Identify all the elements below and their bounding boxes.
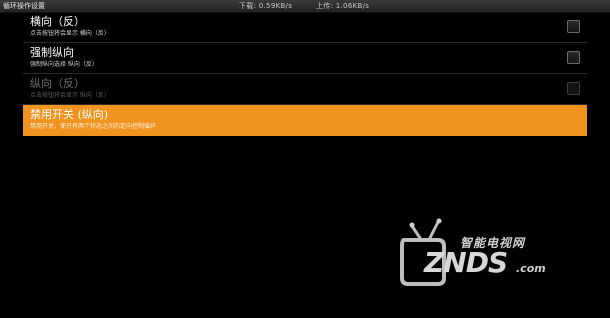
window-title: 循环操作设置 [3,2,45,10]
screen: 循环操作设置 下载: 0.59KB/s 上传: 1.06KB/s 横向（反） 点… [0,0,610,318]
setting-summary: 点击按钮将会显示 横向（反） [30,30,110,37]
setting-item-disable-switch[interactable]: 禁用开关 (纵向) 禁用开关，使只有两个状态之间的定向控制循环 [23,105,587,136]
setting-summary: 强制纵向选择 纵向（反） [30,61,98,68]
checkbox[interactable] [567,51,580,64]
setting-label: 纵向（反） [30,77,85,90]
setting-label: 强制纵向 [30,46,74,59]
settings-list: 横向（反） 点击按钮将会显示 横向（反） 强制纵向 强制纵向选择 纵向（反） 纵… [23,12,587,136]
znds-watermark: 智能电视网 ZNDS .com [398,216,568,288]
setting-label: 横向（反） [30,15,85,28]
upload-speed: 上传: 1.06KB/s [316,2,370,10]
setting-summary: 点击按钮将会显示 纵向（反） [30,92,110,99]
watermark-en: ZNDS [424,246,508,279]
setting-item-portrait-reverse: 纵向（反） 点击按钮将会显示 纵向（反） [23,74,587,105]
setting-label: 禁用开关 (纵向) [30,108,109,121]
checkbox[interactable] [567,20,580,33]
setting-item-force-portrait[interactable]: 强制纵向 强制纵向选择 纵向（反） [23,43,587,74]
setting-summary: 禁用开关，使只有两个状态之间的定向控制循环 [30,123,157,130]
download-speed: 下载: 0.59KB/s [239,2,293,10]
checkbox [567,82,580,95]
setting-item-landscape-reverse[interactable]: 横向（反） 点击按钮将会显示 横向（反） [23,12,587,43]
watermark-suffix: .com [516,262,546,275]
